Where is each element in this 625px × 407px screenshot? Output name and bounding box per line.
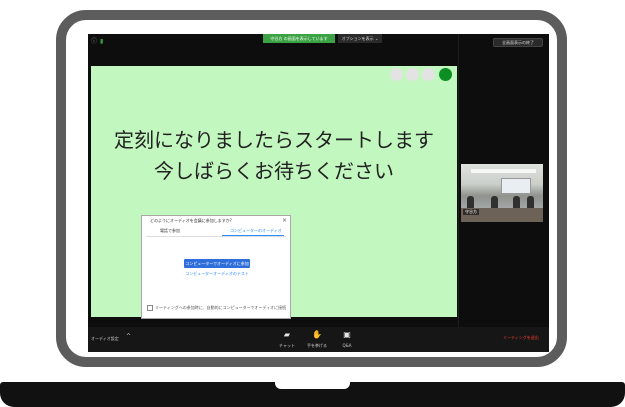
participant-video-tile[interactable]: 守谷方: [461, 164, 543, 222]
chevron-up-icon[interactable]: ^: [126, 333, 131, 340]
qa-icon: ▣: [343, 330, 351, 339]
audio-settings-button[interactable]: オーディオ設定: [91, 336, 119, 342]
qa-label: Q&A: [342, 343, 352, 348]
slide-subheadline: 今しばらくお待ちください: [154, 159, 394, 183]
slide-dot: [406, 68, 419, 81]
auto-join-audio-option[interactable]: ミーティングへの参加時に、自動的にコンピューターでオーディオに接続: [147, 305, 286, 311]
panel-divider: [458, 34, 459, 352]
leave-meeting-button[interactable]: ミーティングを退出: [503, 335, 539, 341]
chat-label: チャット: [279, 343, 295, 348]
qa-button[interactable]: ▣ Q&A: [334, 330, 360, 348]
tab-computer-audio[interactable]: コンピューターのオーディオ: [230, 228, 282, 234]
top-bar: ⓘ ▮ 守谷方 の画面を表示しています オプションを表示 ⌄ 全画面表示の終了: [88, 34, 549, 48]
slide-dot: [422, 68, 435, 81]
join-audio-dialog: どのようにオーディオを会議に参加しますか? × 電話で参加 コンピューターのオー…: [141, 215, 291, 319]
slide-dot-active: [439, 68, 452, 81]
auto-join-checkbox-label: ミーティングへの参加時に、自動的にコンピューターでオーディオに接続: [155, 305, 287, 310]
exit-fullscreen-button[interactable]: 全画面表示の終了: [493, 38, 543, 47]
slide-dot: [390, 68, 403, 81]
slide-headline: 定刻になりましたらスタートします: [114, 128, 434, 152]
chat-icon: ▰: [283, 330, 291, 339]
laptop-notch: [275, 382, 350, 389]
active-tab-indicator: [222, 235, 284, 236]
room-board: [501, 178, 531, 194]
chat-button[interactable]: ▰ チャット: [274, 330, 300, 349]
ceiling-lights: [471, 169, 536, 173]
shared-screen: 定刻になりましたらスタートします 今しばらくお待ちください どのようにオーディオ…: [91, 66, 457, 319]
view-options-button[interactable]: オプションを表示 ⌄: [338, 34, 382, 43]
info-icon[interactable]: ⓘ: [91, 39, 97, 45]
participant-name: 守谷方: [463, 209, 479, 215]
raise-hand-icon: ✋: [312, 330, 322, 339]
auto-join-checkbox[interactable]: [147, 305, 153, 311]
meeting-window: ⓘ ▮ 守谷方 の画面を表示しています オプションを表示 ⌄ 全画面表示の終了 …: [88, 34, 549, 352]
raise-hand-label: 手を挙げる: [307, 343, 327, 348]
join-with-computer-audio-button[interactable]: コンピューターでオーディオに参加: [184, 259, 250, 268]
sharing-status-tag: 守谷方 の画面を表示しています: [263, 34, 335, 43]
dialog-title: どのようにオーディオを会議に参加しますか?: [150, 218, 232, 223]
meeting-toolbar: オーディオ設定 ^ ▰ チャット ✋ 手を挙げる ▣ Q&A ミーティングを退出: [88, 327, 549, 352]
dialog-tabs: 電話で参加 コンピューターのオーディオ: [146, 226, 286, 237]
lock-icon[interactable]: ▮: [100, 39, 103, 45]
raise-hand-button[interactable]: ✋ 手を挙げる: [304, 330, 330, 349]
close-icon[interactable]: ×: [282, 217, 287, 224]
tab-phone[interactable]: 電話で参加: [160, 228, 180, 234]
test-computer-audio-link[interactable]: コンピューターオーディオのテスト: [182, 271, 252, 277]
